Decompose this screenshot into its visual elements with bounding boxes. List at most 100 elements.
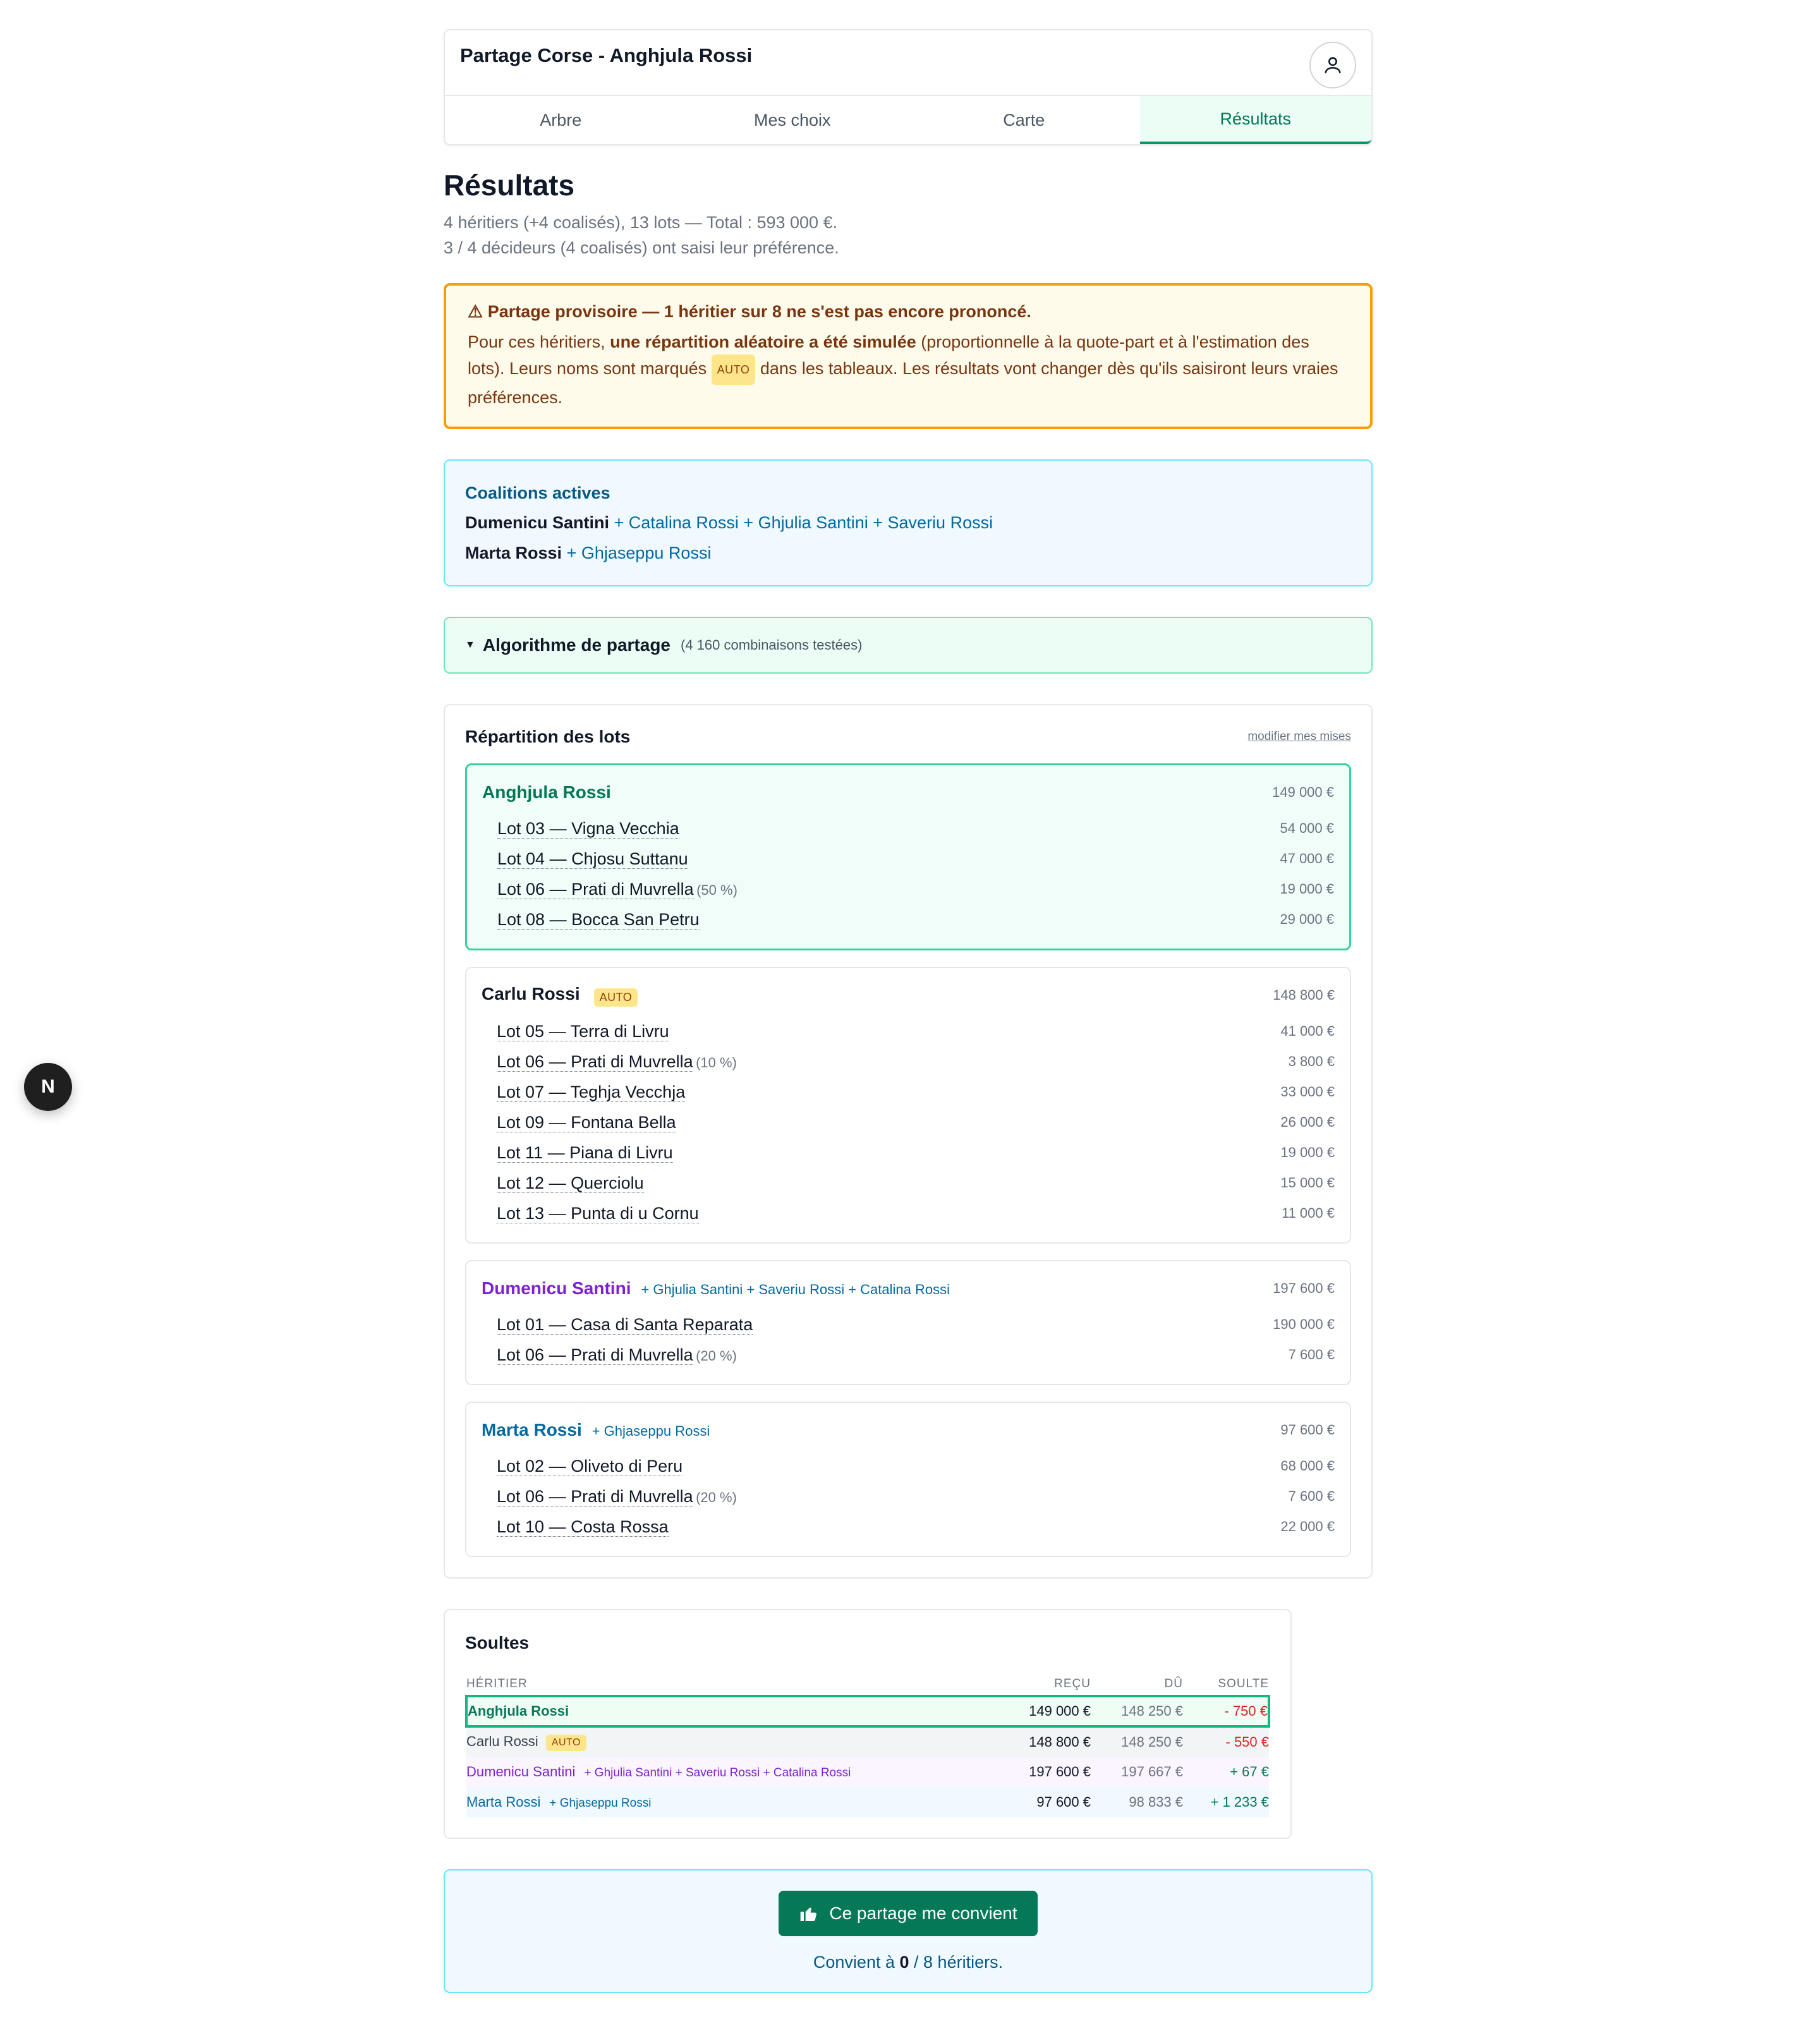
table-row: Marta Rossi + Ghjaseppu Rossi 97 600 €98 8… xyxy=(466,1787,1269,1817)
lot-value: 7 600 € xyxy=(1288,1347,1335,1362)
count-suffix: / 8 héritiers. xyxy=(909,1953,1004,1972)
lot-row: Lot 01 — Casa di Santa Reparata 190 000 € xyxy=(482,1309,1335,1340)
main-tabs: Arbre Mes choix Carte Résultats xyxy=(445,96,1371,144)
lot-value: 22 000 € xyxy=(1280,1519,1335,1534)
lot-row: Lot 03 — Vigna Vecchia 54 000 € xyxy=(482,813,1334,844)
heir-card: Marta Rossi + Ghjaseppu Rossi 97 600 € Lot … xyxy=(465,1402,1351,1557)
row-recu: 149 000 € xyxy=(983,1695,1091,1728)
lot-name[interactable]: Lot 06 — Prati di Muvrella xyxy=(497,1052,693,1072)
accept-partition-button[interactable]: Ce partage me convient xyxy=(779,1891,1038,1936)
lot-name[interactable]: Lot 06 — Prati di Muvrella xyxy=(497,1345,693,1365)
lot-name[interactable]: Lot 06 — Prati di Muvrella xyxy=(497,879,694,899)
coalition-members: + Catalina Rossi + Ghjulia Santini + Sav… xyxy=(609,513,993,532)
lot-name[interactable]: Lot 04 — Chjosu Suttanu xyxy=(497,849,688,869)
lot-row: Lot 09 — Fontana Bella 26 000 € xyxy=(482,1107,1335,1137)
page-title: Résultats xyxy=(444,169,575,202)
lot-name[interactable]: Lot 08 — Bocca San Petru xyxy=(497,909,700,930)
tab-resultats[interactable]: Résultats xyxy=(1139,96,1371,144)
lot-value: 19 000 € xyxy=(1280,881,1334,897)
lot-row: Lot 10 — Costa Rossa 22 000 € xyxy=(482,1512,1335,1542)
table-row: Carlu Rossi AUTO 148 800 €148 250 € - 550 … xyxy=(466,1726,1269,1757)
lot-name[interactable]: Lot 07 — Teghja Vecchja xyxy=(497,1082,686,1102)
tab-carte[interactable]: Carte xyxy=(908,96,1140,144)
lot-name[interactable]: Lot 12 — Querciolu xyxy=(497,1173,644,1193)
heir-total: 97 600 € xyxy=(1280,1422,1335,1438)
heir-name: Marta Rossi xyxy=(482,1420,582,1440)
dev-tools-badge[interactable]: N xyxy=(24,1063,72,1111)
lot-row: Lot 06 — Prati di Muvrella (20 %) 7 600 € xyxy=(482,1481,1335,1512)
row-soulte: + 1 233 € xyxy=(1183,1787,1269,1817)
lot-value: 68 000 € xyxy=(1280,1458,1335,1474)
lot-value: 41 000 € xyxy=(1280,1023,1335,1039)
row-heir-name: Anghjula Rossi xyxy=(468,1703,569,1719)
table-row: Dumenicu Santini + Ghjulia Santini + Save… xyxy=(466,1757,1269,1787)
lot-name[interactable]: Lot 02 — Oliveto di Peru xyxy=(497,1456,683,1476)
coalition-leader: Marta Rossi xyxy=(465,543,562,562)
lot-row: Lot 02 — Oliveto di Peru 68 000 € xyxy=(482,1451,1335,1481)
tab-arbre[interactable]: Arbre xyxy=(445,96,677,144)
row-recu: 97 600 € xyxy=(983,1787,1091,1817)
acceptance-panel: Ce partage me convient Convient à 0 / 8 … xyxy=(444,1869,1373,1993)
lot-value: 15 000 € xyxy=(1280,1175,1335,1191)
lot-name[interactable]: Lot 03 — Vigna Vecchia xyxy=(497,818,679,839)
edit-bids-link[interactable]: modifier mes mises xyxy=(1247,730,1351,744)
algorithm-note: (4 160 combinaisons testées) xyxy=(681,637,863,653)
warning-text-1: Pour ces héritiers, xyxy=(468,332,610,351)
heir-name: Carlu Rossi xyxy=(482,984,580,1004)
lot-name[interactable]: Lot 06 — Prati di Muvrella xyxy=(497,1486,693,1507)
summary-line-heirs: 4 héritiers (+4 coalisés), 13 lots — Tot… xyxy=(444,213,838,232)
lot-name[interactable]: Lot 10 — Costa Rossa xyxy=(497,1517,669,1537)
tab-mes-choix[interactable]: Mes choix xyxy=(677,96,909,144)
lot-share: (20 %) xyxy=(696,1489,737,1505)
row-heir-name: Marta Rossi xyxy=(466,1794,541,1810)
lot-row: Lot 05 — Terra di Livru 41 000 € xyxy=(482,1016,1335,1046)
heir-total: 148 800 € xyxy=(1273,987,1335,1003)
active-coalitions: Coalitions actives Dumenicu Santini + Ca… xyxy=(444,459,1373,586)
thumbs-up-icon xyxy=(801,1907,817,1921)
lot-row: Lot 07 — Teghja Vecchja 33 000 € xyxy=(482,1077,1335,1107)
count-prefix: Convient à xyxy=(813,1953,900,1972)
count-value: 0 xyxy=(899,1953,909,1972)
lot-value: 19 000 € xyxy=(1280,1144,1335,1160)
row-recu: 197 600 € xyxy=(983,1757,1091,1787)
lot-name[interactable]: Lot 11 — Piana di Livru xyxy=(497,1143,673,1163)
app-title: Partage Corse - Anghjula Rossi xyxy=(460,44,753,66)
row-du: 148 250 € xyxy=(1091,1726,1183,1757)
auto-badge: AUTO xyxy=(711,355,756,385)
col-soulte: SOULTE xyxy=(1218,1677,1269,1690)
warning-text-bold: une répartition aléatoire a été simulée xyxy=(610,332,916,351)
heir-coalition: + Ghjulia Santini + Saveriu Rossi + Cata… xyxy=(641,1282,950,1297)
heir-total: 197 600 € xyxy=(1273,1280,1335,1296)
lots-repartition: Répartition des lots modifier mes mises … xyxy=(444,704,1373,1579)
row-du: 148 250 € xyxy=(1091,1695,1183,1728)
table-row: Anghjula Rossi 149 000 €148 250 € - 750 € xyxy=(465,1695,1270,1728)
lot-row: Lot 06 — Prati di Muvrella (10 %) 3 800 € xyxy=(482,1046,1335,1077)
col-recu: REÇU xyxy=(1054,1677,1091,1690)
lot-value: 29 000 € xyxy=(1280,911,1334,927)
row-soulte: + 67 € xyxy=(1183,1757,1269,1787)
algorithm-title: Algorithme de partage xyxy=(482,635,671,655)
lot-value: 33 000 € xyxy=(1280,1084,1335,1100)
lot-name[interactable]: Lot 09 — Fontana Bella xyxy=(497,1112,676,1132)
coalition-item: Marta Rossi + Ghjaseppu Rossi xyxy=(465,542,1351,564)
user-menu-button[interactable] xyxy=(1309,42,1356,88)
heir-list: Anghjula Rossi 149 000 € Lot 03 — Vigna Ve… xyxy=(465,763,1351,1557)
lot-name[interactable]: Lot 01 — Casa di Santa Reparata xyxy=(497,1314,753,1335)
user-icon xyxy=(1325,57,1341,73)
lot-name[interactable]: Lot 13 — Punta di u Cornu xyxy=(497,1203,699,1223)
heir-name: Dumenicu Santini xyxy=(482,1278,631,1298)
algorithm-disclosure[interactable]: ▼ Algorithme de partage (4 160 combinais… xyxy=(444,617,1373,674)
auto-badge: AUTO xyxy=(545,1734,586,1751)
accept-button-label: Ce partage me convient xyxy=(829,1903,1017,1923)
lot-value: 11 000 € xyxy=(1281,1205,1335,1221)
coalitions-title: Coalitions actives xyxy=(465,483,610,502)
col-du: DÛ xyxy=(1164,1677,1183,1690)
lot-value: 190 000 € xyxy=(1273,1316,1335,1332)
soultes-section: Soultes HÉRITIER REÇU DÛ SOULTE Anghjula… xyxy=(444,1609,1292,1839)
lot-value: 47 000 € xyxy=(1280,851,1334,866)
app-header: Partage Corse - Anghjula Rossi Arbre Mes… xyxy=(444,29,1373,145)
lot-name[interactable]: Lot 05 — Terra di Livru xyxy=(497,1021,669,1041)
col-heritier: HÉRITIER xyxy=(466,1677,528,1690)
lot-value: 54 000 € xyxy=(1280,820,1334,836)
row-soulte: - 550 € xyxy=(1183,1726,1269,1757)
